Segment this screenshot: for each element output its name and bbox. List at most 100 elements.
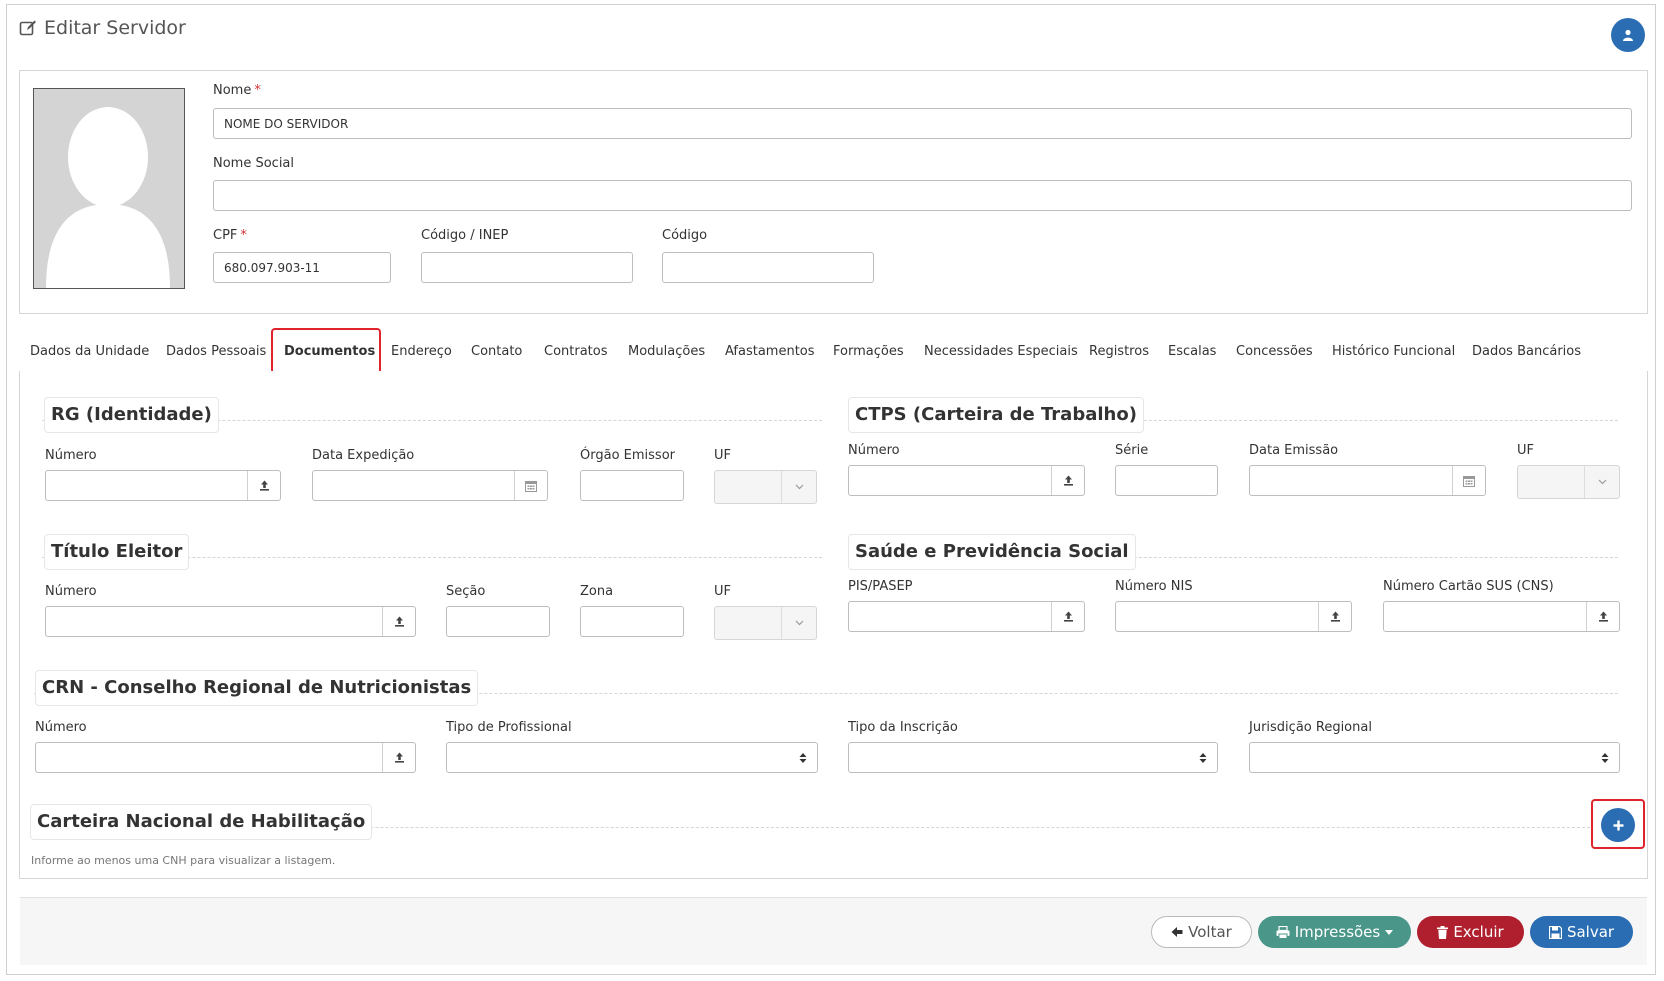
nome-social-input[interactable] [213,180,1632,211]
profile-photo[interactable] [33,88,185,289]
add-cnh-button[interactable] [1601,808,1635,842]
nome-input[interactable] [213,108,1632,139]
crn-numero-input[interactable] [36,743,382,772]
codigo-inep-input[interactable] [421,252,633,283]
upload-button[interactable] [1051,602,1084,631]
upload-button[interactable] [382,743,415,772]
tab-formacoes[interactable]: Formações [833,333,904,371]
titulo-numero-field [45,606,416,637]
tab-historico-funcional[interactable]: Histórico Funcional [1332,333,1455,371]
codigo-input[interactable] [662,252,874,283]
crn-tipo-inscricao-select[interactable] [848,742,1218,773]
crn-jurisdicao-label: Jurisdição Regional [1249,720,1372,735]
upload-icon [1330,611,1341,622]
rg-data-expedicao-field [312,470,548,501]
tab-modulacoes[interactable]: Modulações [628,333,705,371]
crn-section-title: CRN - Conselho Regional de Nutricionista… [35,670,479,706]
saude-pis-label: PIS/PASEP [848,579,913,594]
printer-icon [1276,925,1290,939]
saude-pis-input[interactable] [849,602,1051,631]
chevron-down-icon [795,484,804,490]
rg-orgao-emissor-input[interactable] [580,470,684,501]
rg-orgao-emissor-label: Órgão Emissor [580,448,675,463]
impressoes-button[interactable]: Impressões [1258,916,1411,948]
upload-button[interactable] [247,471,280,500]
calendar-icon [1463,475,1475,487]
crn-jurisdicao-select[interactable] [1249,742,1620,773]
upload-icon [259,480,270,491]
saude-pis-field [848,601,1085,632]
excluir-label: Excluir [1453,923,1504,941]
impressoes-label: Impressões [1294,923,1381,941]
tab-concessoes[interactable]: Concessões [1236,333,1313,371]
upload-button[interactable] [382,607,415,636]
tab-necessidades-especiais[interactable]: Necessidades Especiais [924,333,1078,371]
rg-numero-field [45,470,281,501]
upload-button[interactable] [1318,602,1351,631]
titulo-secao-input[interactable] [446,606,550,637]
cpf-input[interactable] [213,252,391,283]
tab-endereco[interactable]: Endereço [391,333,452,371]
ctps-serie-label: Série [1115,443,1149,458]
tab-bar: Dados da Unidade Dados Pessoais Document… [20,333,1647,372]
codigo-inep-label: Código / INEP [421,228,509,243]
tab-contato[interactable]: Contato [471,333,522,371]
tab-dados-bancarios[interactable]: Dados Bancários [1472,333,1581,371]
tab-afastamentos[interactable]: Afastamentos [725,333,815,371]
codigo-label: Código [662,228,708,243]
tab-contratos[interactable]: Contratos [544,333,608,371]
titulo-numero-input[interactable] [46,607,382,636]
ctps-numero-field [848,465,1085,496]
upload-icon [1063,611,1074,622]
user-menu-button[interactable] [1611,18,1645,52]
excluir-button[interactable]: Excluir [1417,916,1524,948]
saude-sus-label: Número Cartão SUS (CNS) [1383,579,1554,594]
rg-numero-label: Número [45,448,97,463]
salvar-button[interactable]: Salvar [1530,916,1633,948]
tab-dados-pessoais[interactable]: Dados Pessoais [166,333,266,371]
saude-sus-field [1383,601,1620,632]
calendar-button[interactable] [1452,466,1485,495]
calendar-button[interactable] [514,471,547,500]
upload-button[interactable] [1051,466,1084,495]
sort-icon [1199,752,1207,764]
ctps-numero-label: Número [848,443,900,458]
nome-label: Nome * [213,83,261,98]
crn-numero-field [35,742,416,773]
crn-tipo-inscricao-label: Tipo da Inscrição [848,720,958,735]
titulo-zona-input[interactable] [580,606,684,637]
saude-sus-input[interactable] [1384,602,1586,631]
tab-dados-unidade[interactable]: Dados da Unidade [30,333,149,371]
sort-icon [1601,752,1609,764]
crn-tipo-profissional-select[interactable] [446,742,818,773]
page-title: Editar Servidor [44,17,186,39]
saude-nis-label: Número NIS [1115,579,1193,594]
tab-escalas[interactable]: Escalas [1168,333,1216,371]
titulo-uf-select[interactable] [714,606,817,640]
ctps-numero-input[interactable] [849,466,1051,495]
titulo-uf-label: UF [714,584,731,599]
chevron-down-icon [795,620,804,626]
tab-registros[interactable]: Registros [1089,333,1149,371]
cpf-label: CPF * [213,228,247,243]
rg-data-expedicao-input[interactable] [313,471,514,500]
salvar-label: Salvar [1566,923,1615,941]
ctps-data-emissao-input[interactable] [1250,466,1452,495]
ctps-uf-select[interactable] [1517,465,1620,499]
saude-nis-input[interactable] [1116,602,1318,631]
ctps-serie-input[interactable] [1115,465,1218,496]
crn-tipo-profissional-label: Tipo de Profissional [446,720,572,735]
upload-button[interactable] [1586,602,1619,631]
rg-uf-select[interactable] [714,470,817,504]
rg-data-expedicao-label: Data Expedição [312,448,415,463]
voltar-button[interactable]: Voltar [1151,916,1252,948]
calendar-icon [525,480,537,492]
titulo-section-title: Título Eleitor [44,534,190,570]
titulo-numero-label: Número [45,584,97,599]
ctps-data-emissao-label: Data Emissão [1249,443,1339,458]
titulo-zona-label: Zona [580,584,614,599]
rg-section-title: RG (Identidade) [44,397,219,433]
arrow-left-icon [1171,926,1183,938]
rg-numero-input[interactable] [46,471,247,500]
user-icon [1622,29,1634,41]
